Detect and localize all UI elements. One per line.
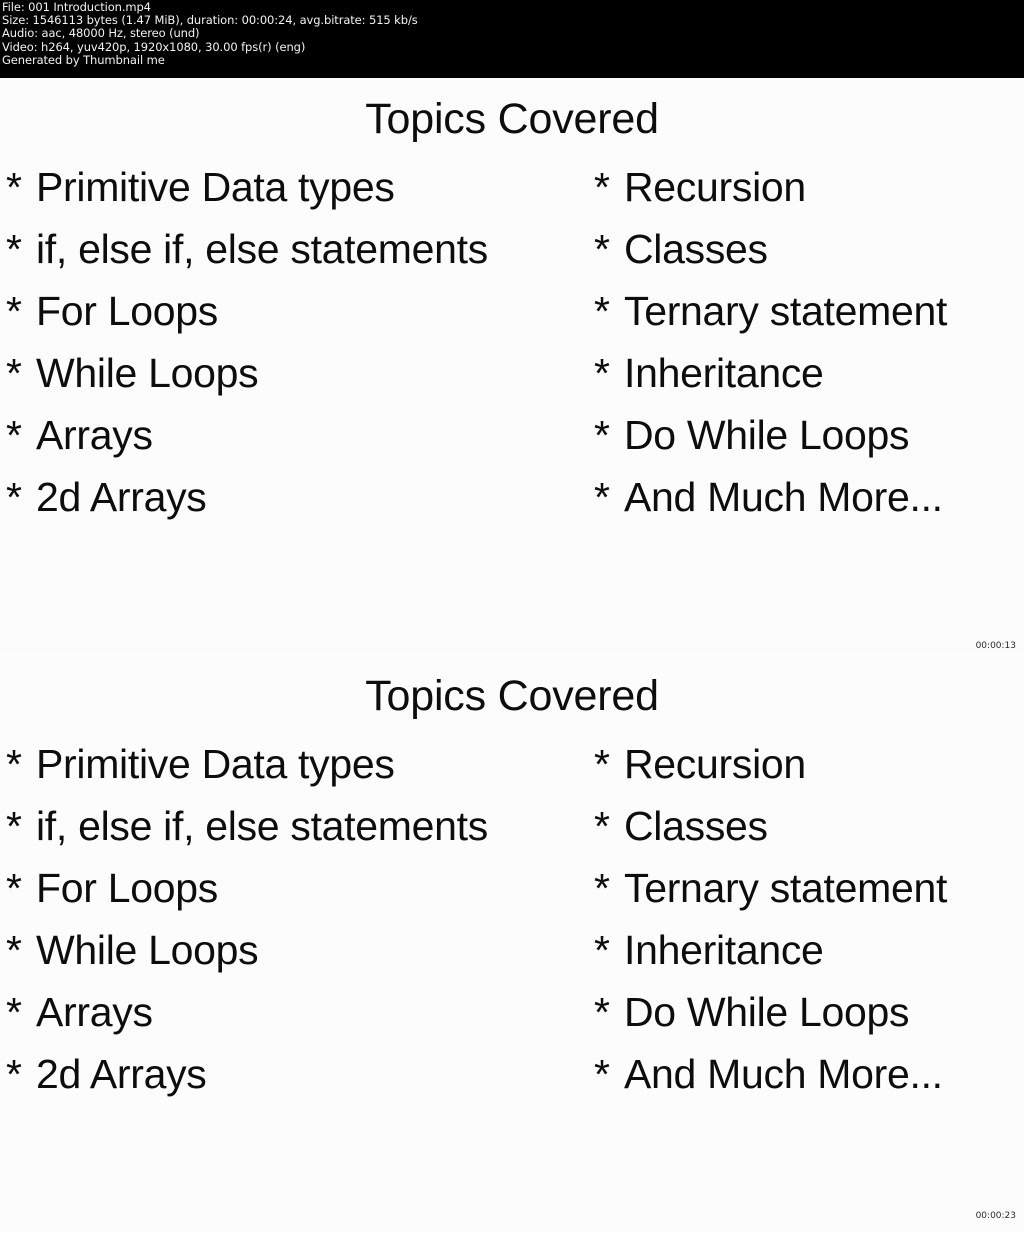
- bullet-item: * Classes: [594, 795, 1024, 857]
- bullet-star-icon: *: [6, 1051, 22, 1097]
- bullet-star-icon: *: [6, 927, 22, 973]
- bullet-star-icon: *: [6, 412, 22, 458]
- bullet-label: if, else if, else statements: [36, 226, 488, 272]
- bullet-item: * Recursion: [594, 156, 1024, 218]
- bullet-label: Recursion: [624, 164, 806, 210]
- bullet-star-icon: *: [594, 288, 610, 334]
- bullet-star-icon: *: [6, 865, 22, 911]
- metadata-line-generator: Generated by Thumbnail me: [2, 52, 165, 67]
- bullet-item: * Inheritance: [594, 919, 1024, 981]
- thumbnail-timestamp: 00:00:23: [975, 1211, 1016, 1221]
- bullet-item: * Classes: [594, 218, 1024, 280]
- bullet-column-left: * Primitive Data types * if, else if, else…: [6, 156, 586, 528]
- bullet-label: Do While Loops: [624, 412, 910, 458]
- bullet-column-right: * Recursion * Classes * Ternary statement *…: [594, 733, 1024, 1105]
- bullet-label: Recursion: [624, 741, 806, 787]
- bullet-star-icon: *: [594, 741, 610, 787]
- bullet-star-icon: *: [6, 226, 22, 272]
- thumbnail-frame-2[interactable]: Topics Covered * Primitive Data types * if…: [0, 655, 1024, 1231]
- bullet-item: * Do While Loops: [594, 981, 1024, 1043]
- bullet-star-icon: *: [594, 865, 610, 911]
- bullet-star-icon: *: [594, 164, 610, 210]
- bullet-item: * Ternary statement: [594, 857, 1024, 919]
- bullet-label: Primitive Data types: [36, 164, 395, 210]
- bullet-label: 2d Arrays: [36, 1051, 207, 1097]
- bullet-star-icon: *: [594, 1051, 610, 1097]
- bullet-label: Classes: [624, 803, 768, 849]
- bullet-item: * if, else if, else statements: [6, 795, 586, 857]
- bullet-star-icon: *: [594, 474, 610, 520]
- thumbnail-timestamp: 00:00:13: [975, 641, 1016, 651]
- bullet-star-icon: *: [594, 927, 610, 973]
- slide-title: Topics Covered: [365, 672, 659, 720]
- bullet-label: Do While Loops: [624, 989, 910, 1035]
- bullet-star-icon: *: [594, 989, 610, 1035]
- bullet-item: * 2d Arrays: [6, 466, 586, 528]
- bullet-label: And Much More...: [624, 1051, 943, 1097]
- bullet-star-icon: *: [594, 226, 610, 272]
- bullet-label: For Loops: [36, 288, 218, 334]
- bullet-item: * And Much More...: [594, 466, 1024, 528]
- video-metadata-header: File: 001 Introduction.mp4 Size: 1546113…: [0, 0, 1024, 78]
- bullet-star-icon: *: [6, 989, 22, 1035]
- bullet-label: Primitive Data types: [36, 741, 395, 787]
- bullet-item: * Recursion: [594, 733, 1024, 795]
- bullet-item: * Inheritance: [594, 342, 1024, 404]
- bullet-star-icon: *: [6, 474, 22, 520]
- bullet-star-icon: *: [594, 412, 610, 458]
- thumbnail-frame-1[interactable]: Topics Covered * Primitive Data types * if…: [0, 78, 1024, 654]
- bullet-label: And Much More...: [624, 474, 943, 520]
- bullet-item: * if, else if, else statements: [6, 218, 586, 280]
- bullet-label: For Loops: [36, 865, 218, 911]
- bullet-item: * Arrays: [6, 404, 586, 466]
- bullet-item: * 2d Arrays: [6, 1043, 586, 1105]
- bullet-item: * While Loops: [6, 919, 586, 981]
- bullet-star-icon: *: [594, 350, 610, 396]
- bullet-star-icon: *: [594, 803, 610, 849]
- bullet-star-icon: *: [6, 288, 22, 334]
- bullet-star-icon: *: [6, 164, 22, 210]
- metadata-line-video: Video: h264, yuv420p, 1920x1080, 30.00 f…: [2, 39, 306, 54]
- bullet-column-right: * Recursion * Classes * Ternary statement *…: [594, 156, 1024, 528]
- bullet-item: * Arrays: [6, 981, 586, 1043]
- slide-title: Topics Covered: [365, 95, 659, 143]
- bullet-item: * For Loops: [6, 280, 586, 342]
- bullet-star-icon: *: [6, 741, 22, 787]
- bullet-star-icon: *: [6, 803, 22, 849]
- bullet-label: Classes: [624, 226, 768, 272]
- bullet-item: * Primitive Data types: [6, 733, 586, 795]
- bullet-item: * While Loops: [6, 342, 586, 404]
- bullet-label: Arrays: [36, 412, 153, 458]
- bullet-label: 2d Arrays: [36, 474, 207, 520]
- bullet-label: Inheritance: [624, 350, 824, 396]
- bullet-item: * For Loops: [6, 857, 586, 919]
- bullet-label: While Loops: [36, 350, 259, 396]
- bullet-item: * Ternary statement: [594, 280, 1024, 342]
- bullet-label: While Loops: [36, 927, 259, 973]
- bullet-item: * Primitive Data types: [6, 156, 586, 218]
- bullet-label: Ternary statement: [624, 288, 948, 334]
- bullet-label: if, else if, else statements: [36, 803, 488, 849]
- bullet-column-left: * Primitive Data types * if, else if, else…: [6, 733, 586, 1105]
- bullet-item: * Do While Loops: [594, 404, 1024, 466]
- metadata-line-audio: Audio: aac, 48000 Hz, stereo (und): [2, 26, 200, 41]
- bullet-label: Inheritance: [624, 927, 824, 973]
- bullet-label: Arrays: [36, 989, 153, 1035]
- bullet-item: * And Much More...: [594, 1043, 1024, 1105]
- bullet-label: Ternary statement: [624, 865, 948, 911]
- bullet-star-icon: *: [6, 350, 22, 396]
